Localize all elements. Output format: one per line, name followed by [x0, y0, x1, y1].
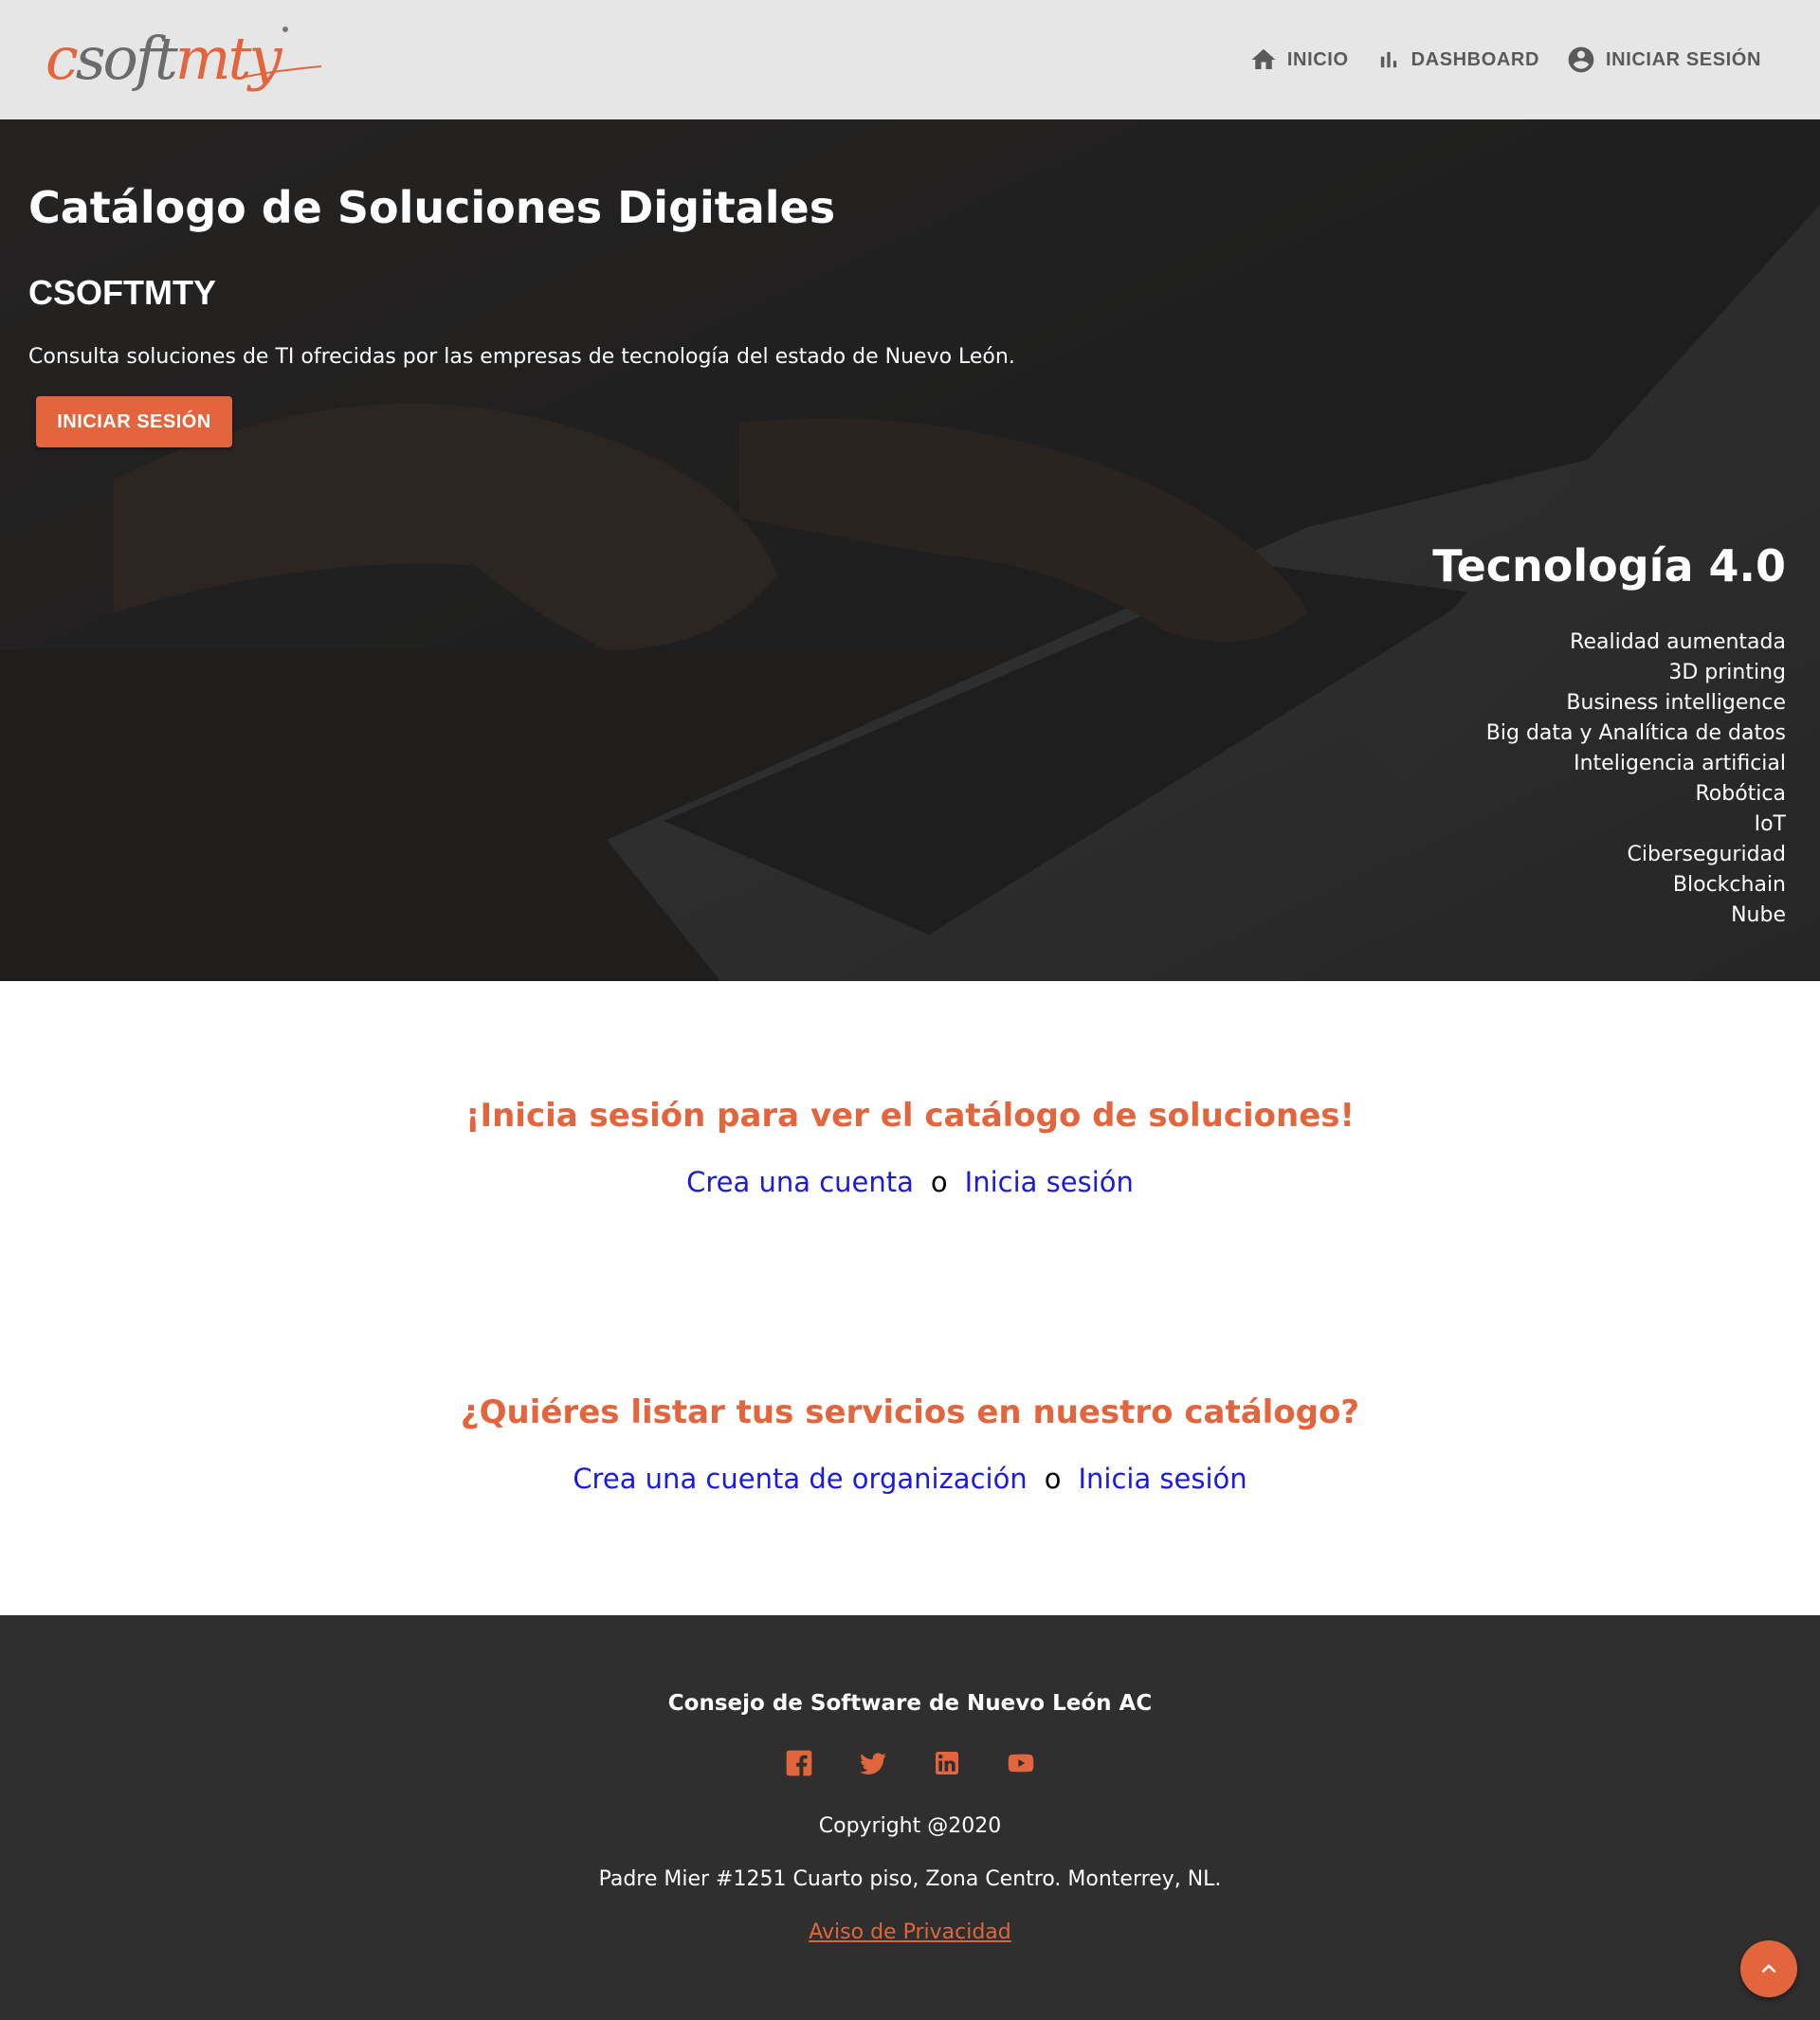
- nav-item-dashboard[interactable]: DASHBOARD: [1375, 46, 1539, 73]
- youtube-icon[interactable]: [1006, 1748, 1036, 1778]
- nav-label-dashboard: DASHBOARD: [1410, 48, 1540, 70]
- tech-item: 3D printing: [1668, 661, 1786, 684]
- list-services-heading: ¿Quiéres listar tus servicios en nuestro…: [460, 1393, 1360, 1431]
- create-organization-account-link[interactable]: Crea una cuenta de organización: [573, 1463, 1027, 1495]
- main-nav: INICIO DASHBOARD INICIAR SESIÓN: [1249, 42, 1761, 78]
- tech-item: Nube: [1731, 903, 1786, 927]
- facebook-icon[interactable]: [784, 1748, 814, 1778]
- bar-chart-icon: [1380, 51, 1396, 68]
- hero-banner: Catálogo de Soluciones Digitales CSOFTMT…: [0, 119, 1820, 981]
- footer-address: Padre Mier #1251 Cuarto piso, Zona Centr…: [598, 1867, 1222, 1891]
- logo-wordmark: csoftmty: [46, 24, 282, 93]
- nav-item-inicio[interactable]: INICIO: [1249, 45, 1349, 74]
- catalog-login-section: ¡Inicia sesión para ver el catálogo de s…: [0, 1095, 1820, 1201]
- privacy-notice-link[interactable]: Aviso de Privacidad: [809, 1920, 1010, 1944]
- account-circle-icon: [1568, 46, 1594, 73]
- twitter-icon[interactable]: [858, 1748, 888, 1778]
- top-app-bar: csoftmty INICIO DASHBOARD INICIAR SESIÓN: [0, 0, 1820, 119]
- create-account-link[interactable]: Crea una cuenta: [686, 1166, 914, 1198]
- or-separator: o: [1044, 1463, 1062, 1495]
- list-services-section: ¿Quiéres listar tus servicios en nuestro…: [0, 1392, 1820, 1498]
- hero-subtitle: CSOFTMTY: [28, 273, 216, 312]
- tech-item: Ciberseguridad: [1627, 843, 1787, 866]
- logo-dot: [282, 27, 288, 32]
- tech-item: Blockchain: [1672, 873, 1786, 897]
- social-links: [0, 1748, 1820, 1778]
- scroll-to-top-button[interactable]: [1740, 1940, 1797, 1997]
- footer: Consejo de Software de Nuevo León AC Cop…: [0, 1615, 1820, 2020]
- home-icon: [1251, 48, 1276, 69]
- catalog-login-links: Crea una cuenta o Inicia sesión: [0, 1163, 1820, 1201]
- tech-item: Robótica: [1695, 782, 1787, 806]
- nav-label-iniciar-sesion: INICIAR SESIÓN: [1606, 48, 1761, 70]
- organization-login-link[interactable]: Inicia sesión: [1078, 1463, 1247, 1495]
- logo-swoosh-icon: [240, 65, 321, 79]
- nav-item-iniciar-sesion[interactable]: INICIAR SESIÓN: [1566, 45, 1761, 75]
- login-link[interactable]: Inicia sesión: [965, 1166, 1134, 1198]
- footer-organization: Consejo de Software de Nuevo León AC: [667, 1691, 1153, 1716]
- tech-item: Inteligencia artificial: [1574, 752, 1786, 775]
- tech-item: Business intelligence: [1566, 691, 1786, 715]
- csoftmty-logo[interactable]: csoftmty: [46, 21, 321, 97]
- tech-item: Realidad aumentada: [1570, 630, 1786, 654]
- tech-list: Realidad aumentada 3D printing Business …: [1486, 628, 1786, 931]
- linkedin-icon[interactable]: [932, 1748, 962, 1778]
- hero-login-button[interactable]: INICIAR SESIÓN: [36, 396, 232, 447]
- chevron-up-icon: [1761, 1964, 1776, 1974]
- tech-title: Tecnología 4.0: [1432, 540, 1786, 591]
- footer-copyright: Copyright @2020: [818, 1814, 1002, 1838]
- hero-description: Consulta soluciones de TI ofrecidas por …: [28, 345, 1015, 369]
- list-services-links: Crea una cuenta de organización o Inicia s…: [0, 1460, 1820, 1498]
- footer-privacy: Aviso de Privacidad: [0, 1920, 1820, 1944]
- nav-label-inicio: INICIO: [1286, 48, 1349, 70]
- tech-item: Big data y Analítica de datos: [1485, 721, 1786, 745]
- catalog-login-heading: ¡Inicia sesión para ver el catálogo de s…: [464, 1097, 1356, 1135]
- or-separator: o: [930, 1166, 948, 1198]
- tech-item: IoT: [1754, 812, 1786, 836]
- hero-title: Catálogo de Soluciones Digitales: [28, 182, 836, 233]
